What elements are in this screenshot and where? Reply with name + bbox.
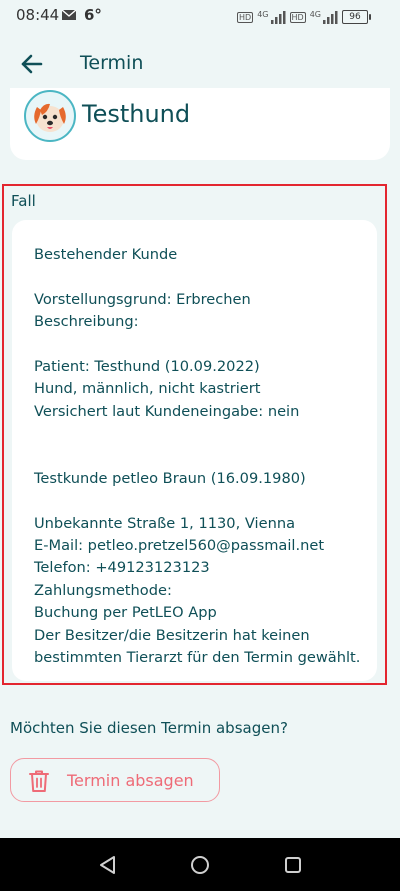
nav-home-button[interactable] xyxy=(187,852,213,878)
fall-detail-line xyxy=(34,490,369,512)
nav-recents-button[interactable] xyxy=(280,852,306,878)
fall-detail-line: bestimmten Tierarzt für den Termin gewäh… xyxy=(34,649,361,667)
fall-detail-line: Bestehender Kunde xyxy=(34,246,178,263)
status-bar: 08:44 6° HD 4G HD 4G 96 xyxy=(0,0,400,34)
page-title: Termin xyxy=(80,52,144,74)
status-temperature: 6° xyxy=(84,6,102,24)
cancel-question: Möchten Sie diesen Termin absagen? xyxy=(10,719,288,737)
fall-detail-line: Unbekannte Straße 1, 1130, Vienna xyxy=(34,514,296,532)
cancel-appointment-button[interactable]: Termin absagen xyxy=(10,758,220,802)
hd-badge: HD xyxy=(237,11,254,23)
fall-detail-line: Zahlungsmethode: xyxy=(34,581,172,599)
triangle-back-icon xyxy=(100,856,115,874)
battery-icon: 96 xyxy=(342,10,371,24)
pet-card: Testhund xyxy=(10,88,390,160)
fall-section: Fall Bestehender Kunde Vorstellungsgrund:… xyxy=(2,184,387,685)
mail-icon xyxy=(62,10,76,20)
fall-detail-line: Vorstellungsgrund: Erbrechen xyxy=(34,290,251,308)
fall-detail-line xyxy=(34,266,369,288)
fall-detail-line: Testkunde petleo Braun (16.09.1980) xyxy=(34,469,306,487)
status-indicators: HD 4G HD 4G 96 xyxy=(237,8,371,26)
square-recents-icon xyxy=(285,857,301,873)
fall-detail-line xyxy=(34,446,369,468)
pet-name: Testhund xyxy=(82,100,191,128)
status-time: 08:44 xyxy=(16,6,60,24)
fall-detail-line: Buchung per PetLEO App xyxy=(34,604,217,622)
fall-detail-line: Hund, männlich, nicht kastriert xyxy=(34,380,261,398)
app-bar: Termin xyxy=(0,38,400,88)
network-type-label: 4G xyxy=(257,9,269,19)
fall-detail-line: Versichert laut Kundeneingabe: nein xyxy=(34,402,300,420)
fall-detail-line xyxy=(34,423,369,445)
pet-avatar xyxy=(24,90,76,142)
fall-detail-line xyxy=(34,334,369,356)
arrow-left-icon xyxy=(21,54,43,74)
system-nav-bar xyxy=(0,838,400,891)
screen: 08:44 6° HD 4G HD 4G 96 Termin Testhund … xyxy=(0,0,400,891)
trash-icon xyxy=(29,770,49,792)
fall-card: Bestehender Kunde Vorstellungsgrund: Erbr… xyxy=(12,220,377,681)
network-type-label: 4G xyxy=(309,9,321,19)
fall-detail-line: E-Mail: petleo.pretzel560@passmail.net xyxy=(34,537,325,555)
fall-detail-line: Patient: Testhund (10.09.2022) xyxy=(34,357,260,375)
fall-detail-line: Telefon: +49123123123 xyxy=(34,559,210,577)
dog-icon xyxy=(34,103,66,132)
back-button[interactable] xyxy=(16,48,48,80)
fall-details: Bestehender Kunde Vorstellungsgrund: Erbr… xyxy=(34,244,369,669)
signal-icon xyxy=(323,11,338,24)
fall-detail-line: Beschreibung: xyxy=(34,313,139,331)
nav-back-button[interactable] xyxy=(95,852,121,878)
fall-label: Fall xyxy=(11,192,36,210)
fall-detail-line: Der Besitzer/die Besitzerin hat keinen xyxy=(34,626,310,644)
cancel-button-label: Termin absagen xyxy=(67,771,194,790)
circle-home-icon xyxy=(191,856,209,874)
hd-badge: HD xyxy=(289,11,306,23)
signal-icon xyxy=(270,11,286,24)
